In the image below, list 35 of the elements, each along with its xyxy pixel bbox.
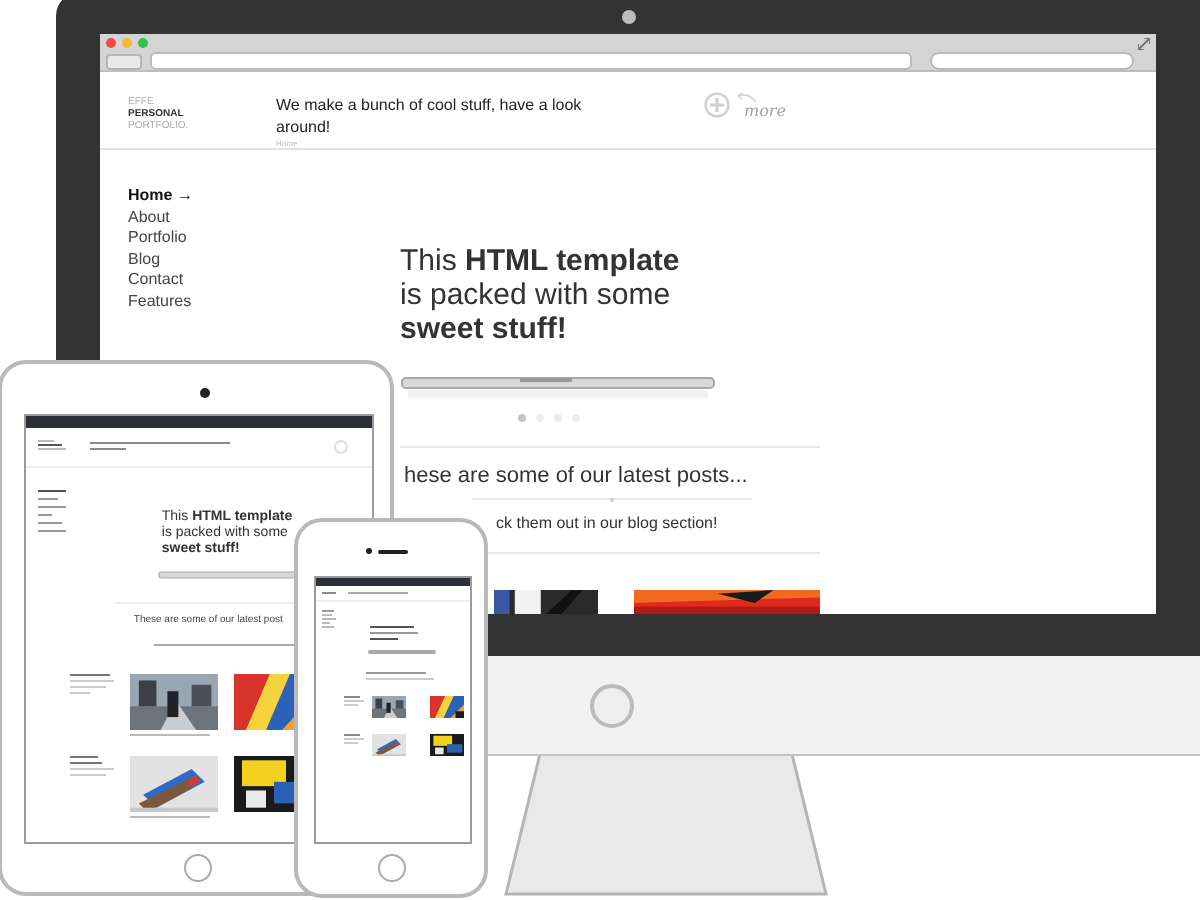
- close-button[interactable]: [106, 38, 116, 48]
- nav-link[interactable]: Features: [128, 291, 192, 312]
- tagline-drawing: [90, 441, 230, 453]
- minimize-button[interactable]: [122, 38, 132, 48]
- nav-link[interactable]: About: [128, 207, 170, 228]
- nav-link[interactable]: Home →: [128, 186, 193, 207]
- speaker-icon: [366, 548, 410, 554]
- nav-link[interactable]: Blog: [128, 249, 161, 270]
- hero-text: is packed with some: [400, 278, 671, 312]
- side-text-drawing: [344, 734, 364, 744]
- search-field[interactable]: [930, 52, 1134, 70]
- side-text-drawing: [344, 696, 364, 706]
- camera-icon: [622, 10, 636, 24]
- side-text-drawing: [69, 756, 114, 776]
- curved-arrow-icon: [734, 92, 758, 104]
- hero-drawing: [370, 626, 418, 644]
- logo-drawing: [38, 440, 70, 454]
- nav-link[interactable]: Contact: [128, 270, 184, 291]
- plus-icon[interactable]: [704, 92, 730, 118]
- home-button[interactable]: [184, 854, 212, 882]
- hero-text: sweet stuff!: [400, 312, 567, 346]
- section-subheading: ck them out in our blog section!: [496, 514, 718, 534]
- hero-text: This HTML template: [400, 244, 680, 278]
- section-heading: hese are some of our latest posts...: [404, 464, 750, 490]
- address-field[interactable]: [150, 52, 912, 70]
- home-button[interactable]: [378, 854, 406, 882]
- tagline-text: We make a bunch of cool stuff, have a look around!: [276, 94, 584, 138]
- subheading-drawing: [366, 672, 434, 680]
- side-text-drawing: [69, 674, 114, 694]
- camera-icon: [200, 388, 210, 398]
- fullscreen-icon[interactable]: [1138, 38, 1150, 50]
- maximize-button[interactable]: [138, 38, 148, 48]
- plus-icon[interactable]: [334, 440, 348, 454]
- nav-link[interactable]: Portfolio: [128, 228, 187, 249]
- back-forward-button[interactable]: [106, 53, 142, 69]
